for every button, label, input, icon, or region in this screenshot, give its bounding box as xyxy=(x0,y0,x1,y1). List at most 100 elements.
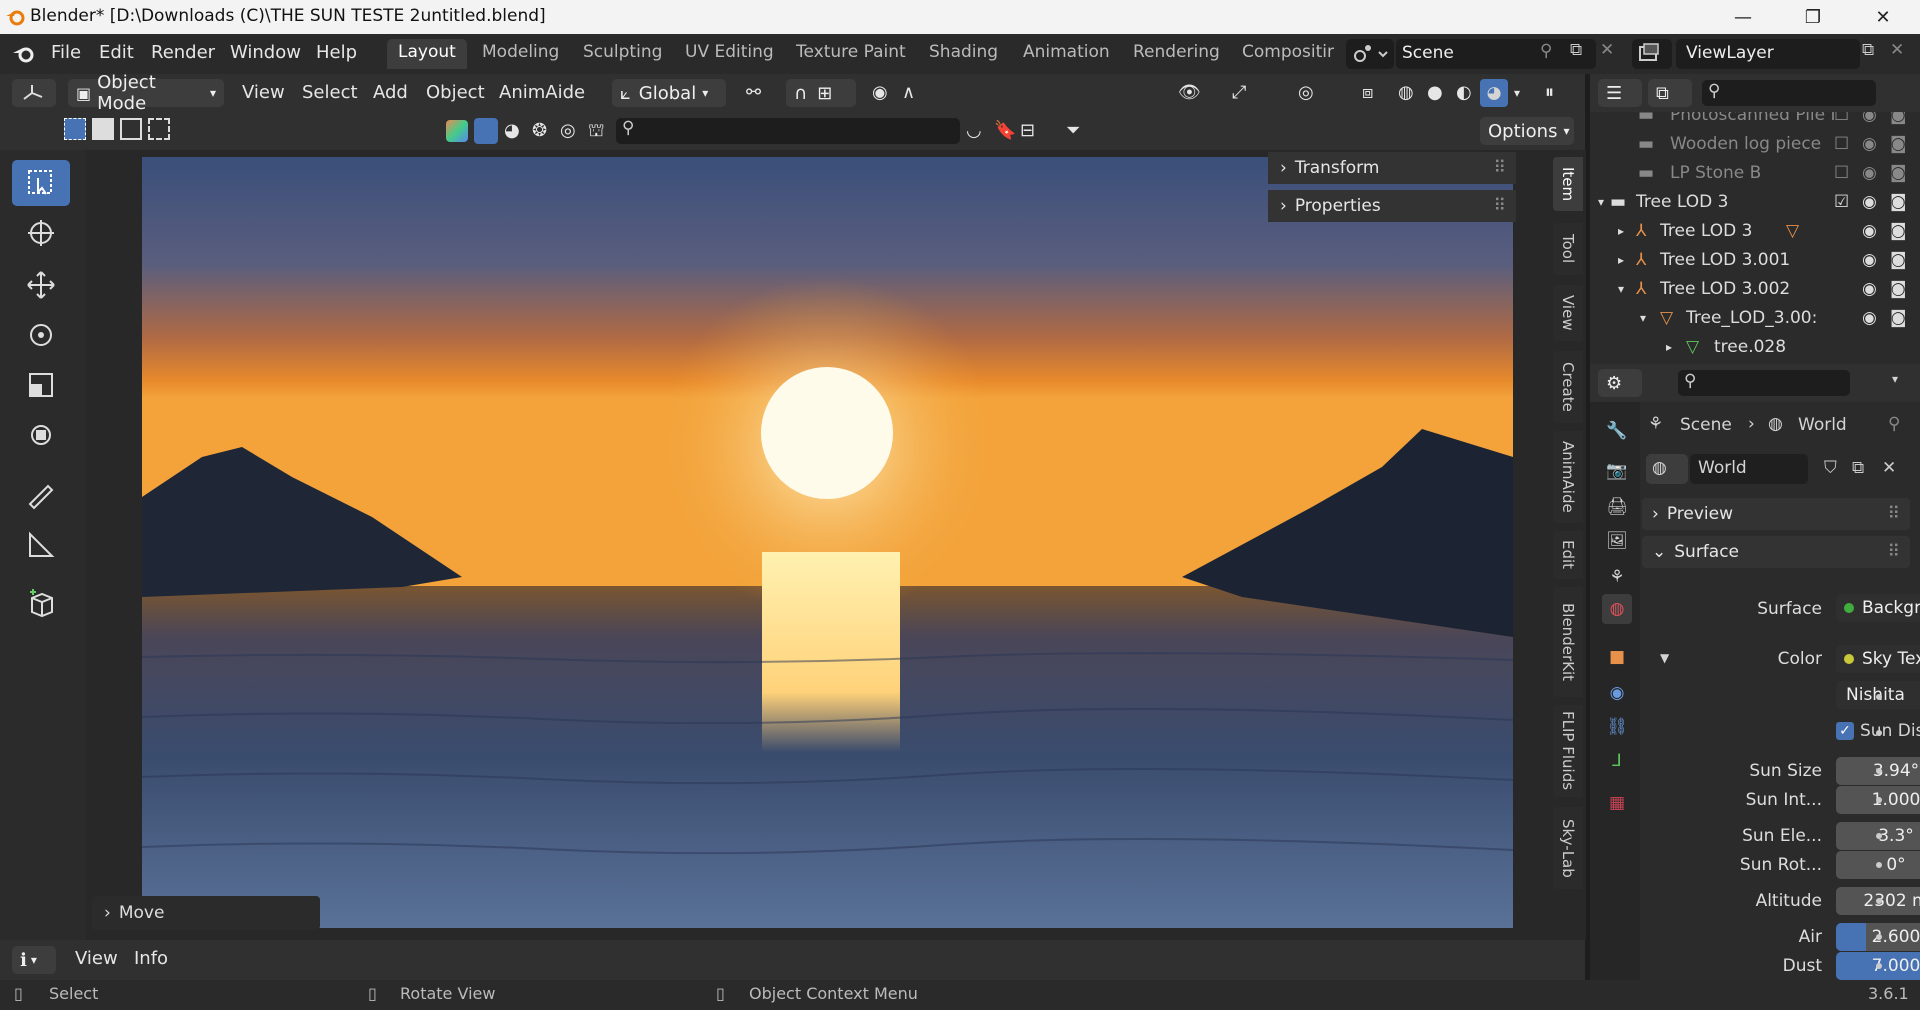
outliner-editor-selector[interactable]: ☰ xyxy=(1598,79,1642,107)
eye-icon[interactable]: ◉ xyxy=(1862,192,1877,212)
transform-tool[interactable] xyxy=(12,412,70,458)
tab-compositing[interactable]: Compositin xyxy=(1231,39,1334,69)
view-layer-tab-icon[interactable]: 🖼 xyxy=(1602,526,1632,556)
data-tab-icon[interactable]: ⅃ xyxy=(1602,746,1632,776)
preview-panel[interactable]: › Preview ⠿ xyxy=(1642,498,1910,530)
drag-handle-icon[interactable]: ⠿ xyxy=(1494,158,1506,178)
tab-shading[interactable]: Shading xyxy=(918,39,1009,69)
outliner-row[interactable]: ▬ Wooden log piece ☐ ◉ ◙ xyxy=(1590,129,1920,158)
sort-icon[interactable]: ⊟ xyxy=(1020,120,1035,141)
last-operator-panel[interactable]: › Move xyxy=(92,896,320,930)
delete-viewlayer-icon[interactable]: ✕ xyxy=(1890,40,1904,60)
keyframe-dot[interactable] xyxy=(1876,862,1882,868)
outliner-row[interactable]: ▸ ⅄ Tree LOD 3 ▽ ◉ ◙ xyxy=(1590,216,1920,245)
world-tab-icon[interactable]: ◍ xyxy=(1602,594,1632,624)
outliner-row[interactable]: ▸ ⅄ Tree LOD 3.001 ◉ ◙ xyxy=(1590,245,1920,274)
color-collapse-arrow-icon[interactable]: ▼ xyxy=(1660,651,1669,665)
scene-selector[interactable] xyxy=(1346,39,1394,69)
collapse-arrow-icon[interactable]: ▾ xyxy=(1618,282,1624,296)
transform-panel[interactable]: › Transform ⠿ xyxy=(1268,152,1516,184)
transform-orientation-selector[interactable]: ⟀ Global ▾ xyxy=(612,79,726,107)
tab-modeling[interactable]: Modeling xyxy=(471,39,570,69)
wireframe-shading-icon[interactable]: ◍ xyxy=(1398,82,1414,103)
shading-options-chevron[interactable]: ▾ xyxy=(1514,86,1520,100)
tab-sculpting[interactable]: Sculpting xyxy=(572,39,673,69)
pin-icon[interactable]: ⚲ xyxy=(1888,414,1900,434)
mode-selector[interactable]: ▣ Object Mode ▾ xyxy=(68,72,224,114)
select-intersect-icon[interactable] xyxy=(148,118,170,140)
tab-view[interactable]: View xyxy=(1553,285,1583,341)
menu-render[interactable]: Render xyxy=(151,42,215,63)
fake-user-icon[interactable]: ⛉ xyxy=(1824,458,1837,478)
bookmark-icon[interactable]: 🔖 xyxy=(994,120,1016,141)
info-editor-selector[interactable]: ℹ ▾ xyxy=(12,946,56,974)
render-tab-icon[interactable]: 📷 xyxy=(1602,456,1632,486)
outliner-row[interactable]: ▸ ▽ tree.028 xyxy=(1590,332,1920,361)
blender-menu-icon[interactable] xyxy=(12,44,36,64)
tab-blenderkit[interactable]: BlenderKit xyxy=(1553,587,1583,697)
options-button[interactable]: Options ▾ xyxy=(1480,117,1574,145)
filter-mesh-icon[interactable]: ◕ xyxy=(504,120,520,141)
expand-arrow-icon[interactable]: ▸ xyxy=(1666,340,1672,354)
filter-object-icon[interactable] xyxy=(474,118,498,144)
physics-tab-icon[interactable]: ◉ xyxy=(1602,678,1632,708)
eye-icon[interactable]: ◉ xyxy=(1862,279,1877,299)
menu-edit[interactable]: Edit xyxy=(99,42,134,63)
delete-scene-icon[interactable]: ✕ xyxy=(1600,40,1614,60)
camera-icon[interactable]: ◙ xyxy=(1890,250,1907,270)
outliner-row[interactable]: ▬ LP Stone B ☐ ◉ ◙ xyxy=(1590,158,1920,187)
header-menu-view[interactable]: View xyxy=(242,82,285,103)
tab-layout[interactable]: Layout xyxy=(387,39,467,69)
3d-viewport[interactable] xyxy=(142,157,1513,928)
header-menu-object[interactable]: Object xyxy=(426,82,485,103)
expand-arrow-icon[interactable]: ▸ xyxy=(1618,253,1624,267)
camera-icon[interactable]: ◙ xyxy=(1890,112,1907,125)
tab-rendering[interactable]: Rendering xyxy=(1122,39,1231,69)
outliner-row[interactable]: ▾ ⅄ Tree LOD 3.002 ◉ ◙ xyxy=(1590,274,1920,303)
eye-icon[interactable]: ◉ xyxy=(1862,163,1877,183)
checkbox-icon[interactable]: ☐ xyxy=(1834,112,1849,125)
curve-icon[interactable]: ◡ xyxy=(966,120,982,141)
select-new-icon[interactable] xyxy=(64,118,86,140)
header-menu-add[interactable]: Add xyxy=(373,82,408,103)
asset-search-input[interactable]: ⚲ xyxy=(616,118,960,144)
rotate-tool[interactable] xyxy=(12,312,70,358)
overlay-icon[interactable]: ◎ xyxy=(1298,82,1314,103)
color-texture-button[interactable]: Sky Text... xyxy=(1836,645,1920,673)
gizmo-icon[interactable]: ⤢ xyxy=(1232,82,1246,103)
visibility-icon[interactable]: 👁 xyxy=(1178,82,1201,103)
texture-tab-icon[interactable]: ▦ xyxy=(1602,788,1632,818)
keyframe-dot[interactable] xyxy=(1876,730,1882,736)
collapse-arrow-icon[interactable]: ▾ xyxy=(1598,195,1604,209)
eye-icon[interactable]: ◉ xyxy=(1862,134,1877,154)
filter-funnel-icon[interactable]: ⏷ xyxy=(1066,120,1080,141)
camera-icon[interactable]: ◙ xyxy=(1890,192,1907,212)
menu-window[interactable]: Window xyxy=(230,42,301,63)
unlink-world-icon[interactable]: ✕ xyxy=(1882,458,1896,478)
tab-create[interactable]: Create xyxy=(1553,351,1583,423)
timeline-menu-view[interactable]: View xyxy=(75,948,118,969)
collapse-arrow-icon[interactable]: ▾ xyxy=(1640,311,1646,325)
camera-icon[interactable]: ◙ xyxy=(1890,279,1907,299)
tab-flip-fluids[interactable]: FLIP Fluids xyxy=(1553,705,1583,797)
constraints-tab-icon[interactable]: ⛓ xyxy=(1602,712,1632,742)
camera-icon[interactable]: ◙ xyxy=(1890,134,1907,154)
snap-toggle[interactable]: ∩ ⊞ xyxy=(786,79,856,107)
tab-edit[interactable]: Edit xyxy=(1553,531,1583,579)
chevron-down-icon[interactable]: ▾ xyxy=(1892,372,1898,386)
checkbox-icon[interactable]: ☐ xyxy=(1834,163,1849,183)
output-tab-icon[interactable]: 🖨 xyxy=(1602,492,1632,522)
tab-sky-lab[interactable]: Sky-Lab xyxy=(1553,807,1583,889)
checkbox-checked-icon[interactable]: ☑ xyxy=(1834,192,1849,212)
drag-handle-icon[interactable]: ⠿ xyxy=(1494,196,1506,216)
expand-arrow-icon[interactable]: ▸ xyxy=(1618,224,1624,238)
close-window-button[interactable]: ✕ xyxy=(1855,0,1911,34)
filter-asset-icon[interactable]: ⛫ xyxy=(588,120,605,144)
timeline-menu-info[interactable]: Info xyxy=(134,948,168,969)
xray-icon[interactable]: ⧈ xyxy=(1362,82,1373,103)
annotate-tool[interactable] xyxy=(12,472,70,518)
keyframe-dot[interactable] xyxy=(1876,898,1882,904)
object-type-icon[interactable] xyxy=(446,120,468,142)
outliner-row[interactable]: ▾ ▽ Tree_LOD_3.00: ◉ ◙ xyxy=(1590,303,1920,332)
surface-panel[interactable]: ⌄ Surface ⠿ xyxy=(1642,536,1910,568)
